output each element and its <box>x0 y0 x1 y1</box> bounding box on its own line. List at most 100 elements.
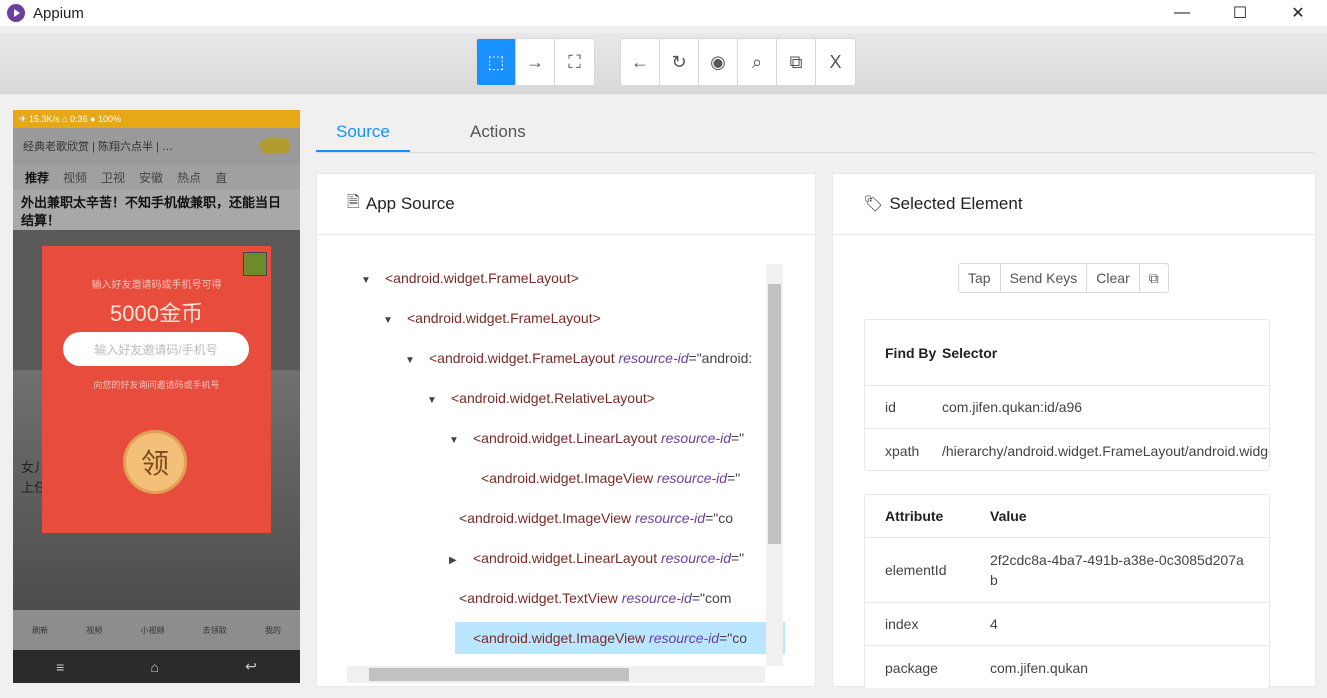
file-icon: 🗎 <box>347 193 360 211</box>
tree-vertical-scrollbar[interactable] <box>766 264 783 666</box>
attribute-cell: elementId <box>885 562 947 578</box>
caret-down-icon[interactable]: ▼ <box>383 305 397 337</box>
device-status-text: ✈ 15.3K/s ⌂ 0:36 ● 100% <box>19 113 121 124</box>
node-value: ="com <box>691 590 732 606</box>
device-nav-item: 刷新 <box>32 625 49 635</box>
device-search-bar: 经典老歌欣赏 | 陈翔六点半 | … <box>13 128 300 164</box>
search-button[interactable]: ⌕ <box>738 39 777 85</box>
device-search-text: 经典老歌欣赏 | 陈翔六点半 | … <box>23 141 173 153</box>
node-tag: <android.widget.ImageView <box>459 510 636 526</box>
tree-node[interactable]: <android.widget.TextView resource-id="co… <box>449 582 731 614</box>
tab-source[interactable]: Source <box>336 122 390 142</box>
table-header: Find By Selector <box>865 320 1269 386</box>
active-tab-indicator <box>316 150 410 152</box>
device-bottom-nav: 刷新 视频 小视频 去领取 我的 <box>13 610 300 650</box>
node-attribute: resource-id <box>660 430 731 446</box>
selector-cell[interactable]: com.jifen.qukan:id/a96 <box>942 386 1269 428</box>
popup-close-icon <box>243 252 267 276</box>
device-tab: 卫视 <box>101 170 126 185</box>
menu-icon: ≡ <box>56 658 65 675</box>
refresh-button[interactable]: ↻ <box>660 39 699 85</box>
value-cell: 2f2cdc8a-4ba7-491b-a38e-0c3085d207ab <box>990 552 1244 588</box>
device-nav-item: 视频 <box>86 625 103 635</box>
copy-attributes-button[interactable]: ⧉ <box>1140 264 1168 292</box>
scroll-thumb[interactable] <box>369 668 629 681</box>
search-icon: ⌕ <box>751 51 763 72</box>
device-nav-item: 去领取 <box>202 625 227 635</box>
back-nav-icon: ↩ <box>245 658 257 674</box>
clear-button[interactable]: Clear <box>1087 264 1140 292</box>
tree-node[interactable]: ▼ <android.widget.RelativeLayout> <box>427 382 655 414</box>
node-tag: <android.widget.LinearLayout <box>473 430 661 446</box>
selector-cell[interactable]: /hierarchy/android.widget.FrameLayout/an… <box>942 429 1269 470</box>
tap-coordinates-icon: ⛶ <box>568 51 581 72</box>
device-system-nav: ≡ ⌂ ↩ <box>13 650 300 683</box>
table-header: Attribute Value <box>865 495 1269 538</box>
node-tag: <android.widget.FrameLayout> <box>385 270 579 286</box>
close-icon: X <box>829 51 842 72</box>
node-tag: <android.widget.RelativeLayout> <box>451 390 655 406</box>
scroll-thumb[interactable] <box>768 284 781 544</box>
node-attribute: resource-id <box>649 630 720 646</box>
quit-session-button[interactable]: X <box>816 39 855 85</box>
copy-xml-button[interactable]: ⧉ <box>777 39 816 85</box>
gold-badge-icon <box>260 138 290 154</box>
element-actions: Tap Send Keys Clear ⧉ <box>958 263 1169 293</box>
table-row: id com.jifen.qukan:id/a96 <box>865 386 1269 429</box>
send-keys-button[interactable]: Send Keys <box>1001 264 1088 292</box>
select-element-button[interactable]: ⬚ <box>477 39 516 85</box>
show-hide-button[interactable]: ◉ <box>699 39 738 85</box>
header-attribute: Attribute <box>885 508 944 524</box>
node-attribute: resource-id <box>618 350 689 366</box>
header-find-by: Find By <box>885 344 937 361</box>
tree-node[interactable]: <android.widget.ImageView resource-id="c… <box>455 622 785 654</box>
tap-button[interactable]: Tap <box>959 264 1001 292</box>
popup-subtext: 向您的好友询问邀请码或手机号 <box>93 380 220 390</box>
table-row: elementId 2f2cdc8a-4ba7-491b-a38e-0c3085… <box>865 538 1269 603</box>
inspector-toolbar: ⬚ → ⛶ ← ↻ ◉ ⌕ ⧉ X <box>0 33 1327 94</box>
maximize-button[interactable]: ☐ <box>1211 0 1269 26</box>
caret-down-icon[interactable]: ▼ <box>449 425 463 457</box>
value-cell: com.jifen.qukan <box>990 659 1089 676</box>
popup-input: 输入好友邀请码/手机号 <box>63 332 249 366</box>
find-by-cell: id <box>885 399 896 415</box>
tree-node[interactable]: ▼ <android.widget.FrameLayout> <box>383 302 601 334</box>
caret-down-icon[interactable]: ▼ <box>427 385 441 417</box>
tree-node[interactable]: ▼ <android.widget.FrameLayout> <box>361 270 579 294</box>
back-button[interactable]: ← <box>621 39 660 85</box>
header-value: Value <box>990 508 1027 524</box>
table-row: index 4 <box>865 603 1269 646</box>
device-screenshot[interactable]: ✈ 15.3K/s ⌂ 0:36 ● 100% 经典老歌欣赏 | 陈翔六点半 |… <box>13 110 300 683</box>
tap-coordinates-button[interactable]: ⛶ <box>555 39 594 85</box>
node-value: =" <box>727 470 741 486</box>
node-tag: <android.widget.ImageView <box>481 470 658 486</box>
caret-down-icon[interactable]: ▼ <box>405 345 419 377</box>
tree-node[interactable]: ▼ <android.widget.FrameLayout resource-id… <box>405 342 752 374</box>
tree-horizontal-scrollbar[interactable] <box>347 666 765 683</box>
caret-right-icon[interactable]: ▶ <box>449 545 463 577</box>
tree-node[interactable]: ▼ <android.widget.LinearLayout resource-i… <box>449 422 744 454</box>
device-tab: 视频 <box>63 170 88 185</box>
node-tag: <android.widget.FrameLayout> <box>407 310 601 326</box>
tree-node[interactable]: <android.widget.ImageView resource-id=" <box>471 462 740 494</box>
app-source-card: 🗎 App Source ▼ <android.widget.FrameLayou… <box>316 173 816 687</box>
tree-node[interactable]: <android.widget.ImageView resource-id="c… <box>449 502 733 534</box>
popup-coin-icon: 领 <box>123 430 187 494</box>
app-source-title: App Source <box>365 194 455 213</box>
minimize-button[interactable]: — <box>1153 0 1211 26</box>
swipe-button[interactable]: → <box>516 39 555 85</box>
node-attribute: resource-id <box>635 510 706 526</box>
attribute-cell: index <box>885 616 919 632</box>
tab-actions[interactable]: Actions <box>470 122 526 142</box>
find-by-cell: xpath <box>885 442 920 459</box>
caret-down-icon[interactable]: ▼ <box>361 270 375 297</box>
node-tag: <android.widget.LinearLayout <box>473 550 661 566</box>
node-attribute: resource-id <box>660 550 731 566</box>
close-window-button[interactable]: ✕ <box>1269 0 1327 26</box>
swipe-arrow-icon: → <box>526 51 544 72</box>
title-bar: Appium — ☐ ✕ <box>0 0 1327 26</box>
device-status-bar: ✈ 15.3K/s ⌂ 0:36 ● 100% <box>13 110 300 128</box>
node-tag: <android.widget.TextView <box>459 590 622 606</box>
tree-node[interactable]: ▶ <android.widget.LinearLayout resource-i… <box>449 542 744 574</box>
app-source-header: 🗎 App Source <box>317 174 815 235</box>
